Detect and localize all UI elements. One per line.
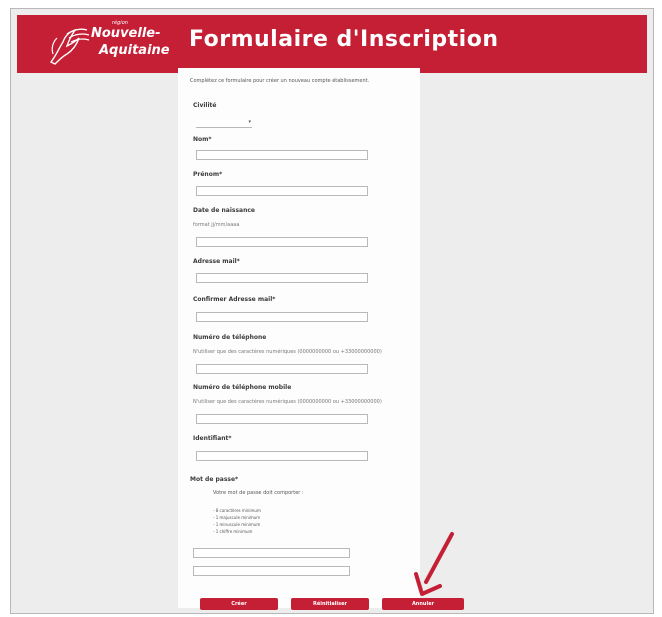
telephone-hint: N'utiliser que des caractères numériques… bbox=[193, 349, 382, 355]
reset-button[interactable]: Réinitialiser bbox=[291, 598, 369, 610]
prenom-label: Prénom* bbox=[193, 171, 223, 178]
password-rules-note: Votre mot de passe doit comporter : bbox=[213, 490, 304, 496]
nom-label: Nom* bbox=[193, 136, 212, 143]
naissance-input[interactable] bbox=[196, 237, 368, 247]
identifiant-input[interactable] bbox=[196, 451, 368, 461]
telephone-input[interactable] bbox=[196, 364, 368, 374]
chevron-down-icon: ▾ bbox=[248, 119, 251, 125]
prenom-input[interactable] bbox=[196, 186, 368, 196]
horse-logo-icon bbox=[49, 28, 90, 65]
create-button[interactable]: Créer bbox=[200, 598, 278, 610]
identifiant-label: Identifiant* bbox=[193, 435, 232, 442]
password-input[interactable] bbox=[193, 548, 350, 558]
email-input[interactable] bbox=[196, 273, 368, 283]
naissance-hint: format jj/mm/aaaa bbox=[193, 222, 240, 228]
password-rule: - 8 caractères minimum bbox=[213, 508, 261, 513]
nom-input[interactable] bbox=[196, 150, 368, 160]
email-confirm-input[interactable] bbox=[196, 312, 368, 322]
naissance-label: Date de naissance bbox=[193, 207, 255, 214]
region-logo: région Nouvelle- Aquitaine bbox=[47, 18, 170, 70]
logo-line1: Nouvelle- bbox=[91, 26, 161, 41]
civilite-select[interactable]: ▾ bbox=[196, 119, 252, 128]
password-confirm-input[interactable] bbox=[193, 566, 350, 576]
password-label: Mot de passe* bbox=[190, 476, 239, 483]
mobile-input[interactable] bbox=[196, 414, 368, 424]
annotation-arrow-icon bbox=[414, 532, 454, 596]
header-banner: région Nouvelle- Aquitaine Formulaire d'… bbox=[17, 15, 647, 73]
password-rule: - 1 majuscule minimum bbox=[213, 515, 261, 520]
email-confirm-label: Confirmer Adresse mail* bbox=[193, 296, 276, 303]
logo-line2: Aquitaine bbox=[99, 43, 170, 58]
telephone-label: Numéro de téléphone bbox=[193, 334, 267, 341]
form-intro: Complétez ce formulaire pour créer un no… bbox=[190, 78, 370, 84]
civilite-label: Civilité bbox=[193, 102, 217, 109]
password-rule: - 1 chiffre minimum bbox=[213, 529, 253, 534]
password-rule: - 1 minuscule minimum bbox=[213, 522, 261, 527]
mobile-label: Numéro de téléphone mobile bbox=[193, 384, 292, 391]
page-title: Formulaire d'Inscription bbox=[189, 27, 499, 52]
email-label: Adresse mail* bbox=[193, 258, 240, 265]
cancel-button[interactable]: Annuler bbox=[382, 598, 464, 610]
mobile-hint: N'utiliser que des caractères numériques… bbox=[193, 399, 382, 405]
